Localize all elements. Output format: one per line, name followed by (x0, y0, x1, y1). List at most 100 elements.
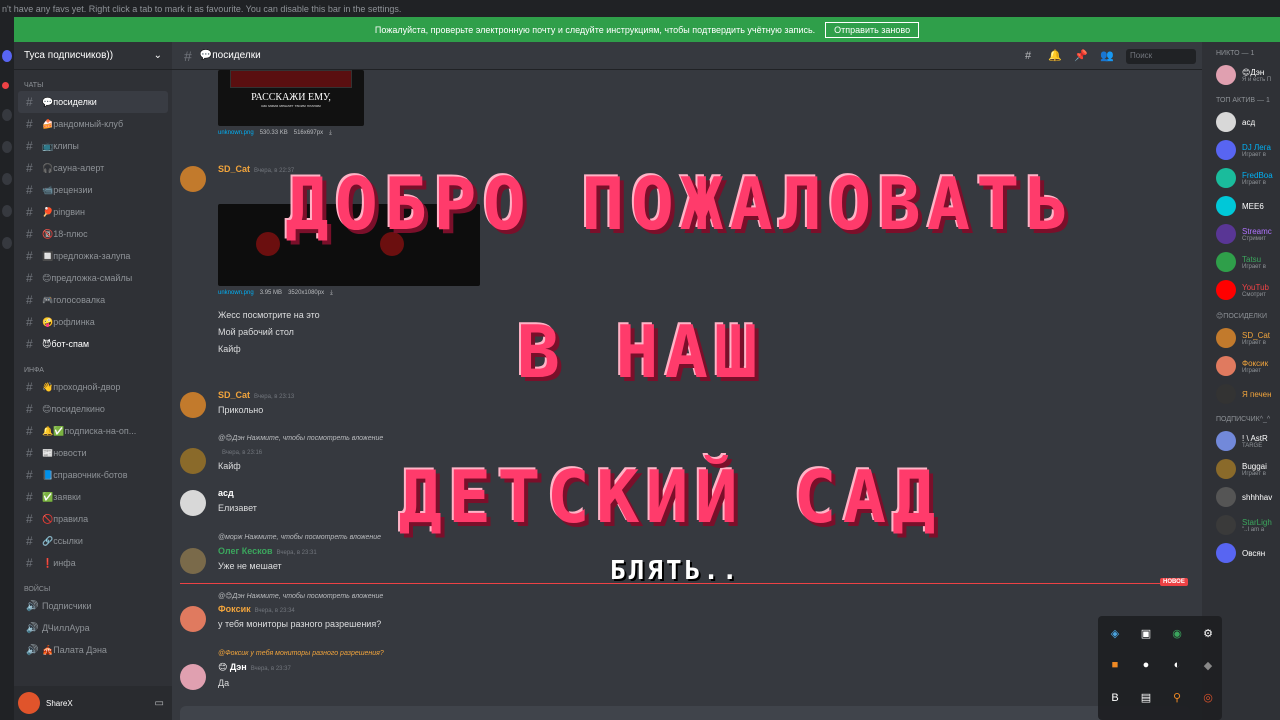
reply-preview[interactable]: @Фоксик у тебя мониторы разного разрешен… (218, 650, 384, 657)
app-icon[interactable]: ◉ (1165, 621, 1189, 645)
download-icon[interactable]: ⤓ (330, 290, 333, 297)
server-icon[interactable] (2, 50, 12, 62)
app-icon[interactable]: ■ (1103, 653, 1127, 677)
member-item[interactable]: Овсян (1202, 539, 1280, 567)
server-icon[interactable] (2, 205, 12, 217)
message-author[interactable]: SD_Cat Вчера, в 22:37 (218, 164, 1180, 174)
avatar[interactable] (180, 548, 206, 574)
steam-icon[interactable]: ⚙ (1196, 621, 1220, 645)
info_channels-channel-3[interactable]: # 📰новости (18, 442, 168, 464)
info_channels-channel-4[interactable]: # 📘справочник-ботов (18, 464, 168, 486)
avatar[interactable] (18, 692, 40, 714)
member-item[interactable]: StarLigh "..I am a (1202, 511, 1280, 539)
channels-channel-1[interactable]: # 🍰рандомный-клуб (18, 113, 168, 135)
member-item[interactable]: shhhhav (1202, 483, 1280, 511)
channels-channel-10[interactable]: # 🤪рофлинка (18, 311, 168, 333)
reply-preview[interactable]: @😊Дэн Нажмите, чтобы посмотреть вложение (218, 434, 383, 442)
info_channels-channel-0[interactable]: # 👋проходной-двор (18, 376, 168, 398)
screen-icon[interactable]: ▭ (155, 698, 164, 709)
message-author[interactable]: Фоксик Вчера, в 23:34 (218, 604, 1180, 614)
channels-channel-9[interactable]: # 🎮голосовалка (18, 289, 168, 311)
app-icon[interactable]: B (1103, 686, 1127, 710)
monitor-icon[interactable]: ▣ (1134, 621, 1158, 645)
hash-icon: # (26, 293, 33, 307)
member-item[interactable]: 😊Дэн Я и есть П (1202, 61, 1280, 89)
sharex-icon[interactable]: ◎ (1196, 686, 1220, 710)
reply-preview[interactable]: @😊Дэн Нажмите, чтобы посмотреть вложение (218, 592, 383, 600)
message-author[interactable]: асд (218, 488, 1180, 498)
avatar[interactable] (180, 392, 206, 418)
channels-channel-3[interactable]: # 🎧сауна-алерт (18, 157, 168, 179)
search-input[interactable]: Поиск (1126, 48, 1196, 64)
member-item[interactable]: DJ Лега Играет в (1202, 136, 1280, 164)
hash-icon: # (26, 446, 33, 460)
drop-icon[interactable]: ● (1134, 653, 1158, 677)
avatar[interactable] (180, 664, 206, 690)
category-info[interactable]: ИНФА (14, 355, 172, 376)
info_channels-channel-1[interactable]: # 😊посиделкино (18, 398, 168, 420)
channels-channel-2[interactable]: # 📺клипы (18, 135, 168, 157)
member-item[interactable]: Buggai Играет в (1202, 455, 1280, 483)
server-icon[interactable] (2, 109, 12, 121)
threads-icon[interactable]: # (1022, 50, 1034, 62)
user-panel: ShareX ▭ (14, 686, 172, 720)
channels-channel-6[interactable]: # 🔞18-плюс (18, 223, 168, 245)
member-item[interactable]: Streamc Стримит (1202, 220, 1280, 248)
member-item[interactable]: Фоксик Играет (1202, 352, 1280, 380)
channels-channel-4[interactable]: # 📹рецензии (18, 179, 168, 201)
search-icon[interactable]: ⚲ (1165, 686, 1189, 710)
channel-label: 😊посиделкино (42, 403, 105, 414)
member-item[interactable]: Tatsu Играет в (1202, 248, 1280, 276)
message-author[interactable]: Олег Кесков Вчера, в 23:31 (218, 546, 1180, 556)
attachment-link[interactable]: unknown.png (218, 130, 254, 137)
member-item[interactable]: Я печен (1202, 380, 1280, 408)
member-category: ПОДПИСЧИК^_^ (1216, 416, 1271, 423)
channels-channel-11[interactable]: # 😈бот-спам (18, 333, 168, 355)
voice_channels-channel-2[interactable]: 🔊 🎪Палата Дэна (18, 639, 168, 661)
server-icon[interactable] (2, 237, 12, 249)
attachment-image[interactable] (218, 204, 480, 286)
message-author[interactable]: 😊 Дэн Вчера, в 23:37 (218, 662, 1180, 673)
reply-preview[interactable]: @морж Нажмите, чтобы посмотреть вложение (218, 534, 381, 541)
app-icon[interactable]: ▤ (1134, 686, 1158, 710)
attachment-image[interactable]: РАССКАЖИ ЕМУ, как мама мешает твоим план… (218, 70, 364, 126)
info_channels-channel-7[interactable]: # 🔗ссылки (18, 530, 168, 552)
channels-channel-7[interactable]: # 🔲предложка-залупа (18, 245, 168, 267)
message-author[interactable]: Вчера, в 23:16 (218, 446, 1180, 456)
discord-icon[interactable]: ◐ (1165, 653, 1189, 677)
app-icon[interactable]: ◆ (1196, 653, 1220, 677)
member-item[interactable]: YouTub Смотрит (1202, 276, 1280, 304)
member-item[interactable]: FredBoa Играет в (1202, 164, 1280, 192)
members-icon[interactable]: 👥 (1100, 50, 1114, 62)
avatar[interactable] (180, 448, 206, 474)
member-item[interactable]: MEE6 (1202, 192, 1280, 220)
server-icon[interactable] (2, 173, 12, 185)
category-voice[interactable]: ВОЙСЫ (14, 574, 172, 595)
member-item[interactable]: SD_Cat Играет в (1202, 324, 1280, 352)
member-item[interactable]: асд (1202, 108, 1280, 136)
resend-button[interactable]: Отправить заново (825, 21, 920, 38)
info_channels-channel-8[interactable]: # ❗инфа (18, 552, 168, 574)
info_channels-channel-5[interactable]: # ✅заявки (18, 486, 168, 508)
server-header[interactable]: Туса подписчиков)) ⌄ (14, 42, 172, 70)
avatar[interactable] (180, 606, 206, 632)
voice_channels-channel-0[interactable]: 🔊 Подписчики (18, 595, 168, 617)
avatar[interactable] (180, 166, 206, 192)
download-icon[interactable]: ⤓ (329, 130, 332, 137)
member-item[interactable]: ! \ AstR TARGE (1202, 427, 1280, 455)
voice_channels-channel-1[interactable]: 🔊 ДЧиллАура (18, 617, 168, 639)
info_channels-channel-2[interactable]: # 🔔✅подписка-на-оп... (18, 420, 168, 442)
app-icon[interactable]: ◈ (1103, 621, 1127, 645)
attachment-link[interactable]: unknown.png (218, 290, 254, 297)
bell-icon[interactable]: 🔔 (1048, 50, 1062, 62)
channels-channel-8[interactable]: # 😊предложка-смайлы (18, 267, 168, 289)
avatar[interactable] (180, 490, 206, 516)
server-icon[interactable] (2, 141, 12, 153)
category-chats[interactable]: ЧАТЫ (14, 70, 172, 91)
message-author[interactable]: SD_Cat Вчера, в 23:13 (218, 390, 1180, 400)
pin-icon[interactable]: 📌 (1074, 50, 1088, 62)
message-input[interactable] (180, 706, 1190, 720)
info_channels-channel-6[interactable]: # 🚫правила (18, 508, 168, 530)
channels-channel-5[interactable]: # 🏓pingвин (18, 201, 168, 223)
channels-channel-0[interactable]: # 💬посиделки (18, 91, 168, 113)
